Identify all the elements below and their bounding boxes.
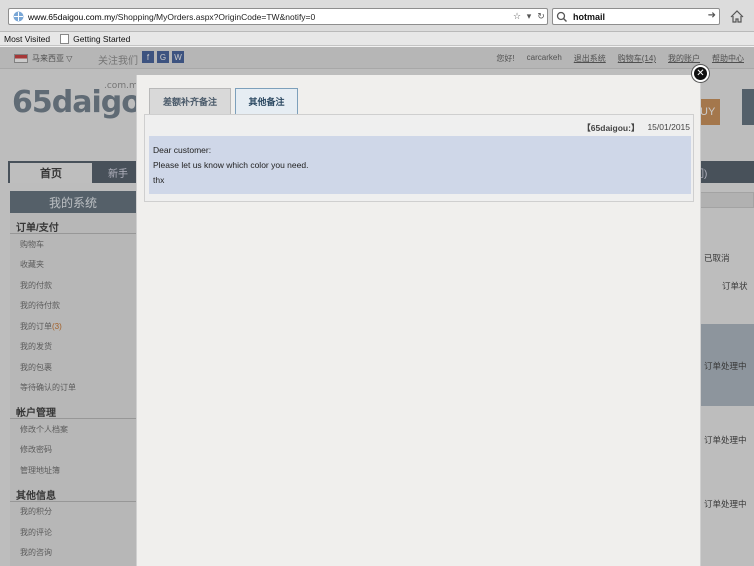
remark-meta: 【65daigou:】 15/01/2015 — [582, 122, 690, 134]
remark-sender: 【65daigou:】 — [582, 123, 640, 133]
remarks-dialog: 差额补齐备注 其他备注 【65daigou:】 15/01/2015 Dear … — [136, 75, 701, 566]
message-line: Please let us know which color you need. — [153, 160, 309, 170]
search-input[interactable]: hotmail — [573, 12, 605, 22]
remarks-tabs: 差额补齐备注 其他备注 — [149, 88, 298, 114]
search-bar[interactable]: hotmail ➜ — [552, 8, 720, 25]
tab-balance-remark[interactable]: 差额补齐备注 — [149, 88, 231, 114]
bookmark-getting-started[interactable]: Getting Started — [60, 33, 131, 44]
search-engine-icon[interactable] — [555, 10, 569, 24]
remark-message: Dear customer: Please let us know which … — [149, 136, 691, 194]
message-line: Dear customer: — [153, 145, 212, 155]
message-line: thx — [153, 175, 165, 185]
home-icon[interactable] — [728, 8, 746, 25]
site-favicon-icon — [12, 11, 24, 23]
tab-other-remark[interactable]: 其他备注 — [235, 88, 298, 114]
bookmark-most-visited[interactable]: Most Visited — [4, 34, 50, 44]
bookmark-getting-started-label: Getting Started — [73, 33, 131, 44]
reload-icon[interactable]: ↻ — [535, 9, 547, 24]
url-path: /Shopping/MyOrders.aspx?OriginCode=TW&no… — [115, 11, 316, 22]
dropdown-arrow-icon[interactable]: ▾ — [523, 9, 535, 24]
bookmark-star-icon[interactable]: ☆ — [511, 9, 523, 24]
url-bar[interactable]: www.65daigou.com.my/Shopping/MyOrders.as… — [8, 8, 548, 25]
search-go-icon[interactable]: ➜ — [708, 10, 716, 21]
url-host: www.65daigou.com.my — [28, 11, 116, 22]
remark-panel: 【65daigou:】 15/01/2015 Dear customer: Pl… — [144, 114, 694, 202]
close-icon[interactable]: ✕ — [692, 65, 709, 82]
browser-toolbar: www.65daigou.com.my/Shopping/MyOrders.as… — [0, 0, 754, 32]
page-icon — [60, 33, 70, 44]
remark-date: 15/01/2015 — [647, 122, 690, 132]
url-text: www.65daigou.com.my/Shopping/MyOrders.as… — [28, 12, 315, 22]
bookmarks-toolbar: Most Visited Getting Started — [0, 32, 754, 46]
